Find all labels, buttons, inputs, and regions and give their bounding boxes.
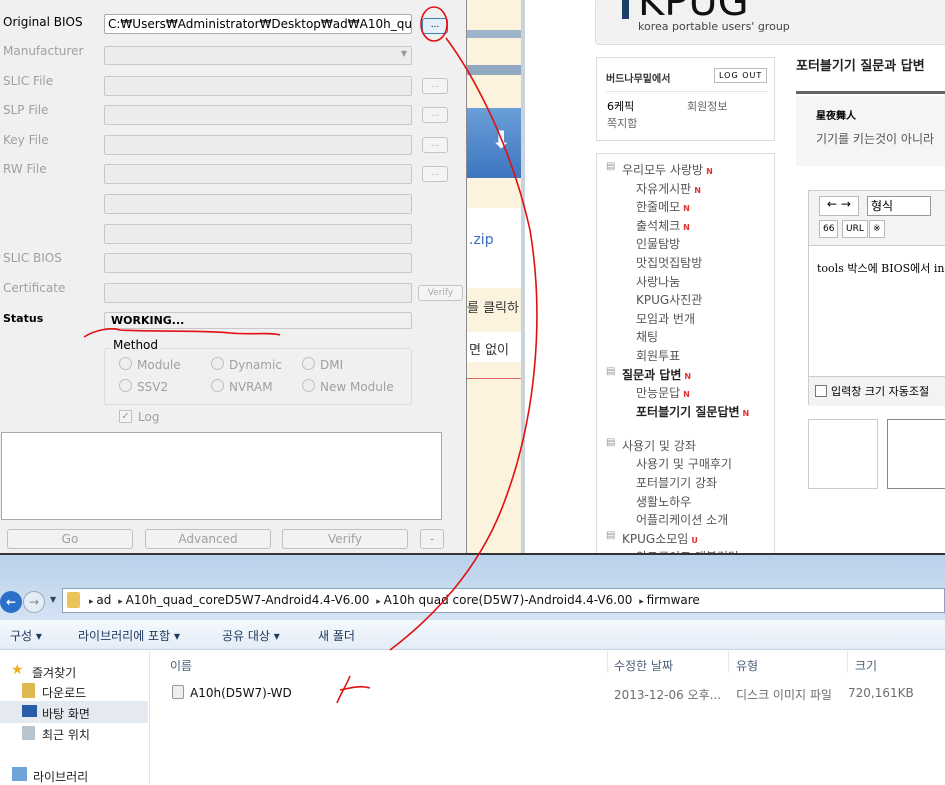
annotation-underline: [83, 328, 281, 338]
red-annotation-overlay: [83, 6, 538, 704]
annotation-circle: [420, 6, 448, 42]
annotation-arrowhead: [336, 675, 371, 704]
annotation-arrow-line: [389, 37, 538, 651]
